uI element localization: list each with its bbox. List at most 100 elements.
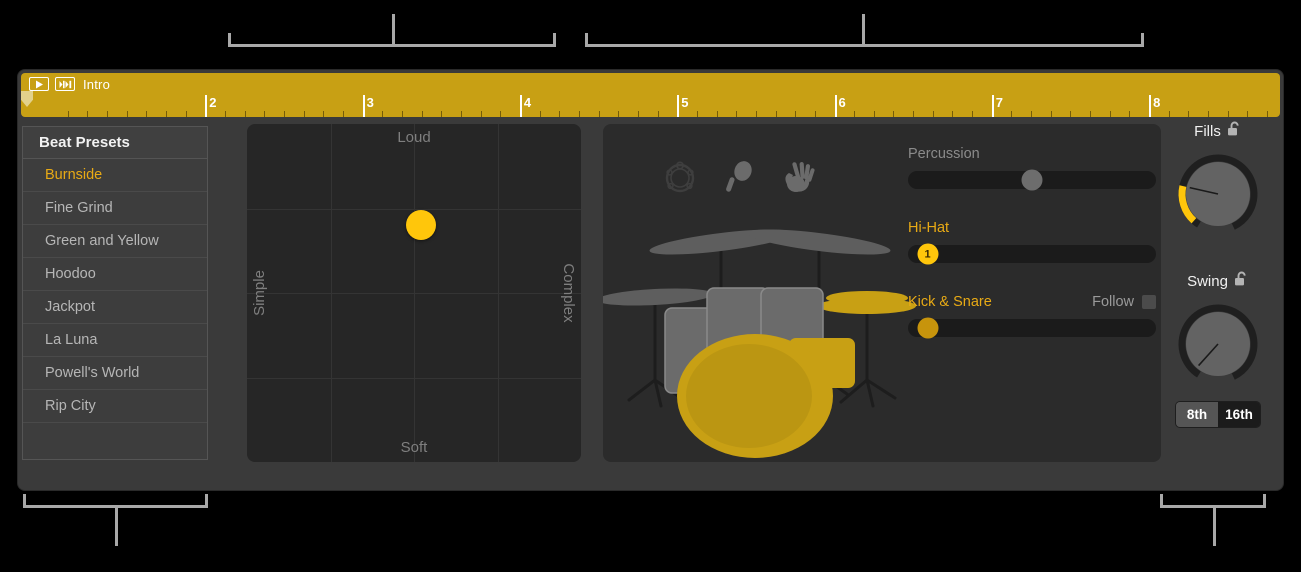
beat-presets-header: Beat Presets [23, 127, 207, 159]
bracket-cap-right [205, 494, 208, 508]
bar-tick-minor [460, 111, 462, 117]
preset-item[interactable]: Hoodoo [23, 258, 207, 291]
bar-tick-minor [1011, 111, 1013, 117]
preset-item[interactable]: Powell's World [23, 357, 207, 390]
bar-tick-minor [1208, 111, 1210, 117]
fills-swing-column: Fills Swing 8th 16th [1159, 120, 1277, 462]
bar-number: 5 [681, 95, 689, 110]
slider-handle[interactable] [917, 317, 939, 339]
fills-title-row: Fills [1159, 120, 1277, 142]
bar-tick-minor [106, 111, 108, 117]
bar-tick-minor [755, 111, 757, 117]
xy-pad[interactable]: Loud Soft Simple Complex [247, 124, 581, 462]
bar-tick-minor [814, 111, 816, 117]
bar-tick-minor [1188, 111, 1190, 117]
bracket-cap-left [1160, 494, 1163, 508]
bar-number: 2 [209, 95, 217, 110]
preset-item[interactable]: La Luna [23, 324, 207, 357]
bar-tick-minor [185, 111, 187, 117]
region-title-bar: Intro [21, 73, 110, 95]
preset-item[interactable]: Fine Grind [23, 192, 207, 225]
slider-group: Percussion [908, 146, 1156, 191]
play-icon[interactable] [29, 77, 49, 91]
callout-bracket-bottom-right [1160, 494, 1266, 546]
bar-tick-minor [854, 111, 856, 117]
drum-kit-panel: Percussion Hi-Hat 1 Kick & Snare Follow [603, 124, 1161, 462]
unlocked-padlock-icon[interactable] [1227, 121, 1242, 141]
bar-tick-minor [1109, 111, 1111, 117]
slider-group: Kick & Snare Follow [908, 294, 1156, 339]
unlocked-padlock-icon[interactable] [1234, 271, 1249, 291]
bar-tick-minor [637, 111, 639, 117]
region-header[interactable]: Intro 2 3 4 5 6 7 8 [21, 73, 1280, 117]
bar-tick-minor [500, 111, 502, 117]
slider-track[interactable] [908, 317, 1156, 339]
bracket-bar [585, 44, 1144, 47]
bar-tick-minor [1129, 111, 1131, 117]
screenshot-root: Intro 2 3 4 5 6 7 8 Beat Presets Burnside Fine … [0, 0, 1301, 572]
bar-tick-minor [578, 111, 580, 117]
slider-track[interactable] [908, 169, 1156, 191]
preset-item[interactable]: Rip City [23, 390, 207, 423]
bar-tick-minor [873, 111, 875, 117]
bracket-leader-line [862, 14, 865, 44]
bar-tick-minor [716, 111, 718, 117]
drum-complexity-sliders: Percussion Hi-Hat 1 Kick & Snare Follow [908, 146, 1156, 368]
fills-knob[interactable] [1172, 148, 1264, 240]
drum-kit-illustration[interactable] [603, 184, 923, 459]
bar-tick-minor [264, 111, 266, 117]
bar-tick-minor [952, 111, 954, 117]
follow-control[interactable]: Follow [1092, 294, 1156, 310]
toggle-option-8th[interactable]: 8th [1176, 402, 1218, 427]
bar-tick-minor [67, 111, 69, 117]
xy-label-loud: Loud [397, 129, 431, 146]
bracket-cap-left [585, 33, 588, 47]
follow-checkbox[interactable] [1142, 295, 1156, 309]
bar-tick-minor [696, 111, 698, 117]
bar-tick-minor [913, 111, 915, 117]
bar-tick-minor [618, 111, 620, 117]
bar-tick-major [1149, 95, 1152, 117]
bar-tick-minor [972, 111, 974, 117]
preset-item[interactable]: Jackpot [23, 291, 207, 324]
bracket-cap-right [1263, 494, 1266, 508]
bar-tick-minor [382, 111, 384, 117]
bar-tick-minor [126, 111, 128, 117]
flex-time-icon[interactable] [55, 77, 75, 91]
bar-tick-major [519, 95, 522, 117]
bar-tick-minor [1050, 111, 1052, 117]
xy-label-complex: Complex [560, 263, 577, 323]
slider-track[interactable]: 1 [908, 243, 1156, 265]
slider-handle[interactable] [1021, 169, 1043, 191]
toggle-option-16th[interactable]: 16th [1218, 402, 1260, 427]
preset-item[interactable]: Burnside [23, 159, 207, 192]
bar-tick-minor [323, 111, 325, 117]
swing-knob[interactable] [1172, 298, 1264, 390]
bar-tick-major [991, 95, 994, 117]
editor-body: Beat Presets Burnside Fine Grind Green and… [18, 120, 1283, 490]
bar-tick-minor [657, 111, 659, 117]
bar-tick-minor [244, 111, 246, 117]
callout-bracket-bottom-left [23, 494, 208, 546]
bar-tick-minor [598, 111, 600, 117]
xy-label-soft: Soft [400, 439, 428, 456]
swing-resolution-toggle[interactable]: 8th 16th [1176, 402, 1260, 427]
bar-tick-major [362, 95, 365, 117]
bar-number: 4 [523, 95, 532, 110]
bar-tick-minor [421, 111, 423, 117]
preset-item[interactable]: Green and Yellow [23, 225, 207, 258]
bar-number: 6 [838, 95, 846, 110]
beat-presets-list[interactable]: Beat Presets Burnside Fine Grind Green and… [22, 126, 208, 460]
follow-label: Follow [1092, 294, 1134, 310]
slider-handle[interactable]: 1 [917, 243, 939, 265]
bar-tick-minor [775, 111, 777, 117]
bar-tick-major [677, 95, 680, 117]
swing-label: Swing [1187, 272, 1228, 290]
bracket-leader-line [1213, 508, 1216, 546]
callout-bracket-top-left [228, 14, 556, 47]
bar-ruler[interactable]: 2 3 4 5 6 7 8 [21, 95, 1280, 117]
bar-tick-minor [1070, 111, 1072, 117]
bar-tick-minor [146, 111, 148, 117]
xy-pad-puck[interactable] [405, 210, 436, 241]
bar-tick-minor [795, 111, 797, 117]
